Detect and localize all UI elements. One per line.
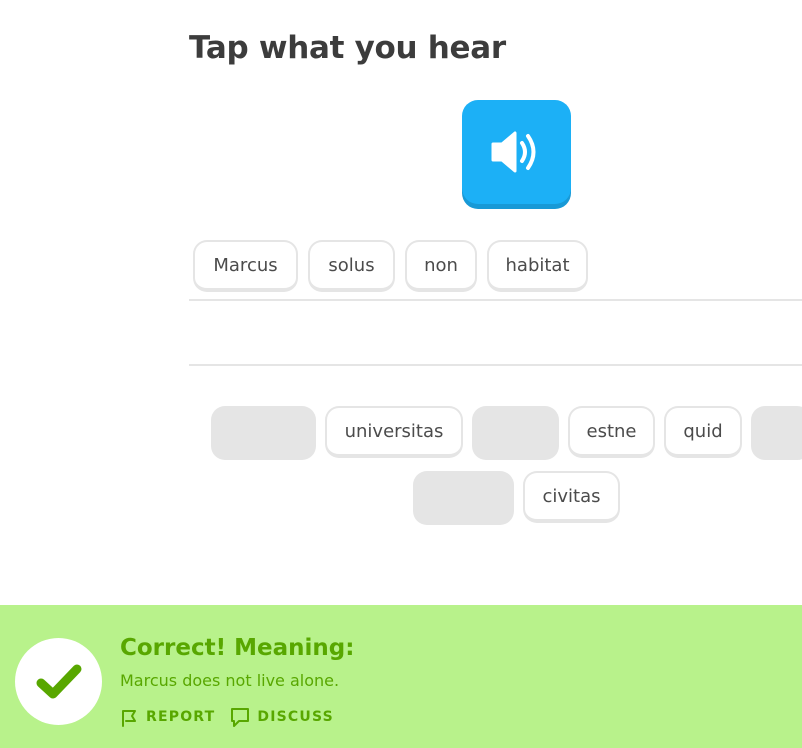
chat-bubble-icon	[231, 708, 250, 727]
word-bank-row: civitas	[413, 471, 620, 525]
report-label: REPORT	[146, 709, 216, 725]
word-bank-empty-slot	[211, 406, 316, 460]
challenge-title: Tap what you hear	[189, 30, 506, 66]
answer-line	[189, 299, 802, 301]
answer-line	[189, 364, 802, 366]
success-badge	[15, 638, 102, 725]
word-bank-empty-slot	[413, 471, 514, 525]
lesson-page: Tap what you hear Marcus solus non habit…	[0, 0, 802, 748]
word-bank-chip[interactable]: quid	[664, 406, 742, 458]
speaker-icon	[491, 131, 535, 173]
feedback-actions: REPORT DISCUSS	[120, 706, 334, 728]
flag-icon	[122, 710, 136, 727]
feedback-meaning: Marcus does not live alone.	[120, 671, 340, 690]
word-bank-empty-slot	[751, 406, 802, 460]
word-bank-chip[interactable]: civitas	[523, 471, 620, 523]
discuss-button[interactable]: DISCUSS	[229, 706, 334, 728]
discuss-label: DISCUSS	[257, 709, 334, 725]
answer-area: Marcus solus non habitat	[189, 240, 802, 292]
word-bank-row: universitas estne quid	[211, 406, 802, 460]
answer-word-chip[interactable]: non	[405, 240, 477, 292]
feedback-banner: Correct! Meaning: Marcus does not live a…	[0, 605, 802, 748]
answer-word-chip[interactable]: habitat	[487, 240, 588, 292]
play-audio-button[interactable]	[462, 100, 571, 204]
feedback-title: Correct! Meaning:	[120, 635, 355, 661]
answer-word-chip[interactable]: solus	[308, 240, 395, 292]
report-button[interactable]: REPORT	[120, 707, 215, 727]
word-bank-chip[interactable]: estne	[568, 406, 655, 458]
word-bank-chip[interactable]: universitas	[325, 406, 463, 458]
answer-word-chip[interactable]: Marcus	[193, 240, 298, 292]
word-bank-empty-slot	[472, 406, 559, 460]
checkmark-icon	[36, 664, 81, 698]
